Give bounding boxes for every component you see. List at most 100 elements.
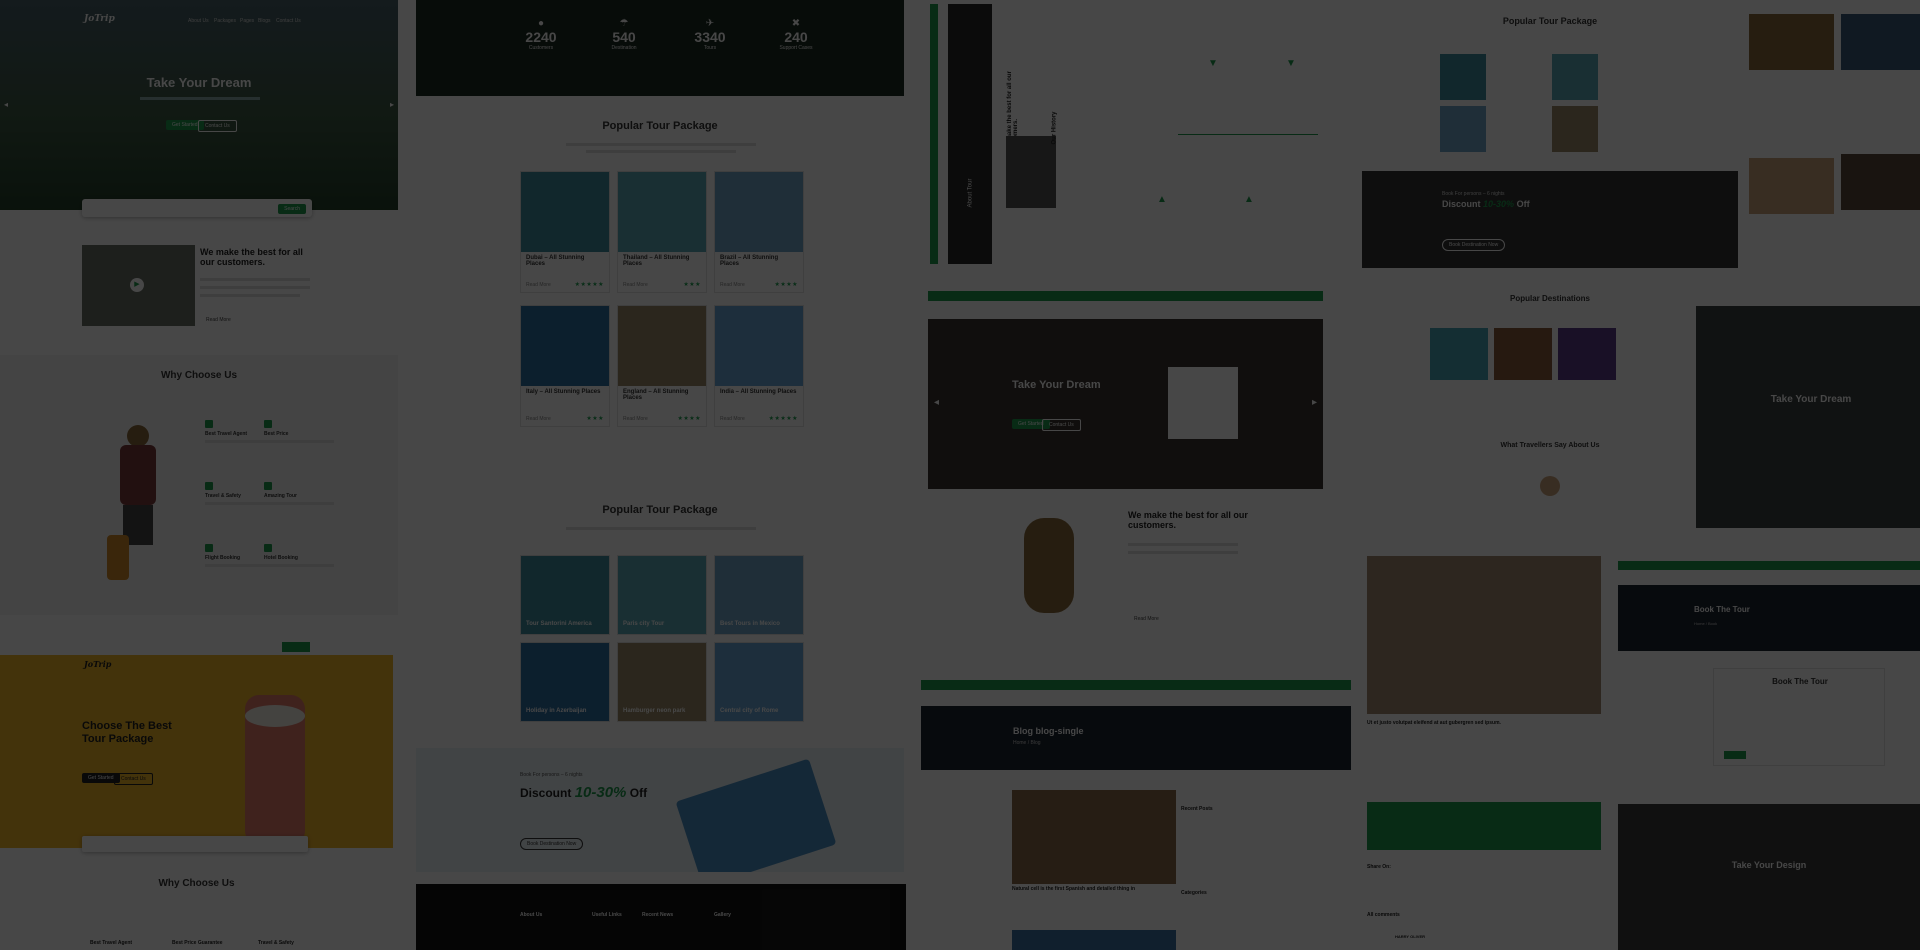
tour-card-read-more[interactable]: Read More (720, 282, 745, 288)
why2-item-2: Best Price Guarantee (172, 940, 223, 946)
pkg3-card[interactable] (1552, 54, 1598, 100)
tour-card[interactable]: Hamburger neon park (617, 642, 707, 722)
contact-us-button-2[interactable]: Contact Us (114, 773, 153, 785)
tour-card-title[interactable]: Holiday in Azerbaijan (521, 705, 591, 717)
tour-card[interactable]: Brazil – All Stunning Places Read More ★★★… (714, 171, 804, 293)
feature-amazing-tour: Amazing Tour (264, 482, 334, 505)
tour-card[interactable]: Italy – All Stunning Places Read More ★★★ (520, 305, 610, 427)
blog-thumb[interactable] (1749, 14, 1834, 70)
discount2-heading: Discount 10-30% Off (1442, 199, 1530, 209)
support-icon: ✖ (791, 18, 801, 29)
nav-packages[interactable]: Packages (214, 18, 236, 24)
timeline-marker: ▲ (1157, 194, 1167, 205)
book-now-button-2[interactable]: Book Destination Now (1442, 239, 1506, 251)
nav-pages[interactable]: Pages (240, 18, 254, 24)
tour-card-read-more[interactable]: Read More (526, 282, 551, 288)
agent-icon (205, 420, 213, 428)
tour-card[interactable]: England – All Stunning Places Read More ★★… (617, 305, 707, 427)
about2-text (1128, 543, 1238, 546)
green-top-button[interactable] (282, 642, 310, 652)
book-now-button[interactable]: Book Destination Now (520, 838, 584, 850)
dest-card[interactable] (1430, 328, 1488, 380)
tour-card-title[interactable]: Tour Santorini America (521, 618, 597, 630)
next-arrow-icon[interactable]: ▸ (390, 100, 394, 109)
tour-card-title[interactable]: England – All Stunning Places (618, 386, 706, 404)
tour-card-title[interactable]: India – All Stunning Places (715, 386, 803, 398)
blog-thumb[interactable] (1749, 158, 1834, 214)
nav-blogs[interactable]: Blogs (258, 18, 271, 24)
tour-card-title[interactable]: Paris city Tour (618, 618, 669, 630)
nav-about[interactable]: About Us (188, 18, 209, 24)
tour-card-image (618, 172, 706, 252)
blog2-title: Ut et justo volutpat eleifend at aut gub… (1367, 720, 1501, 726)
play-icon[interactable]: ▶ (130, 278, 144, 292)
contact-us-button[interactable]: Contact Us (198, 120, 237, 132)
about2-read-more[interactable]: Read More (1134, 616, 1159, 622)
tour-card[interactable]: Thailand – All Stunning Places Read More ★… (617, 171, 707, 293)
blog-thumb[interactable] (1841, 14, 1920, 70)
share-label: Share On: (1367, 864, 1391, 870)
pkg3-card[interactable] (1552, 106, 1598, 152)
tour-card[interactable]: Dubai – All Stunning Places Read More ★★★★… (520, 171, 610, 293)
next-arrow-icon[interactable]: ▸ (1312, 397, 1317, 408)
logo-2[interactable]: JoTrip (84, 659, 111, 669)
blog-crumb: Home / Blog (1013, 740, 1041, 746)
pkg3-card[interactable] (1440, 106, 1486, 152)
pkg1-title: Popular Tour Package (602, 120, 718, 132)
tour-card-read-more[interactable]: Read More (623, 282, 648, 288)
why-title: Why Choose Us (160, 370, 238, 381)
side-title: About Tour (967, 178, 974, 208)
dest-card[interactable] (1494, 328, 1552, 380)
tour-card[interactable]: Central city of Rome (714, 642, 804, 722)
search-button[interactable]: Search (278, 204, 306, 214)
flight-icon (205, 544, 213, 552)
history-title: Our History (1051, 111, 1058, 145)
tour-package-section-3: Popular Tour Package (1360, 4, 1740, 164)
about-section-2: We make the best for all our customers. … (928, 500, 1323, 630)
tour-card-read-more[interactable]: Read More (526, 416, 551, 422)
pkg3-card[interactable] (1440, 54, 1486, 100)
history-video[interactable] (1006, 136, 1056, 208)
tour-card-image (521, 306, 609, 386)
blog-image-2 (1012, 930, 1176, 950)
blog-post-title[interactable]: Natural cell is the first Spanish and de… (1012, 886, 1176, 892)
about-read-more[interactable]: Read More (206, 317, 231, 323)
tour-card[interactable]: Paris city Tour (617, 555, 707, 635)
tour-card-title[interactable]: Thailand – All Stunning Places (618, 252, 706, 270)
discount-panel: Book For persons – 6 nights Discount 10-… (416, 748, 904, 872)
tour-card-image (715, 172, 803, 252)
prev-arrow-icon[interactable]: ◂ (934, 397, 939, 408)
tour-card[interactable]: India – All Stunning Places Read More ★★★★… (714, 305, 804, 427)
tour-card-title[interactable]: Dubai – All Stunning Places (521, 252, 609, 270)
tour-card-read-more[interactable]: Read More (720, 416, 745, 422)
nav-contact[interactable]: Contact Us (276, 18, 301, 24)
tour-card[interactable]: Tour Santorini America (520, 555, 610, 635)
hero-dream-panel: JoTrip About Us Packages Pages Blogs Con… (0, 0, 398, 210)
prev-arrow-icon[interactable]: ◂ (4, 100, 8, 109)
footer-about: About Us (520, 912, 543, 918)
logo[interactable]: JoTrip (84, 14, 115, 24)
tour-card[interactable]: Holiday in Azerbaijan (520, 642, 610, 722)
contact-us-button-3[interactable]: Contact Us (1042, 419, 1081, 431)
tour-card-title[interactable]: Hamburger neon park (618, 705, 690, 717)
booking-form (1168, 367, 1238, 439)
about-video[interactable]: ▶ (82, 245, 195, 326)
blog-thumb[interactable] (1841, 154, 1920, 210)
tour-card-title[interactable]: Central city of Rome (715, 705, 783, 717)
side-dark-strip (948, 4, 992, 264)
umbrella-icon: ☂ (619, 18, 629, 29)
tour-card[interactable]: Best Tours in Mexico (714, 555, 804, 635)
stat-destination: ☂ 540 Destination (599, 18, 649, 51)
about-title: We make the best for all our customers. (200, 247, 303, 268)
tour-card-title[interactable]: Best Tours in Mexico (715, 618, 785, 630)
book-submit-button[interactable] (1724, 751, 1746, 759)
tour-card-read-more[interactable]: Read More (623, 416, 648, 422)
destinations-section: Popular Destinations (1362, 288, 1738, 418)
tour-card-title[interactable]: Brazil – All Stunning Places (715, 252, 803, 270)
about-text (200, 294, 300, 297)
tour-card-title[interactable]: Italy – All Stunning Places (521, 386, 609, 398)
photographer-image (1367, 556, 1601, 714)
dest-card[interactable] (1558, 328, 1616, 380)
traveler-figure (105, 425, 175, 605)
footer-panel: About Us Useful Links Recent News Galler… (416, 884, 906, 950)
